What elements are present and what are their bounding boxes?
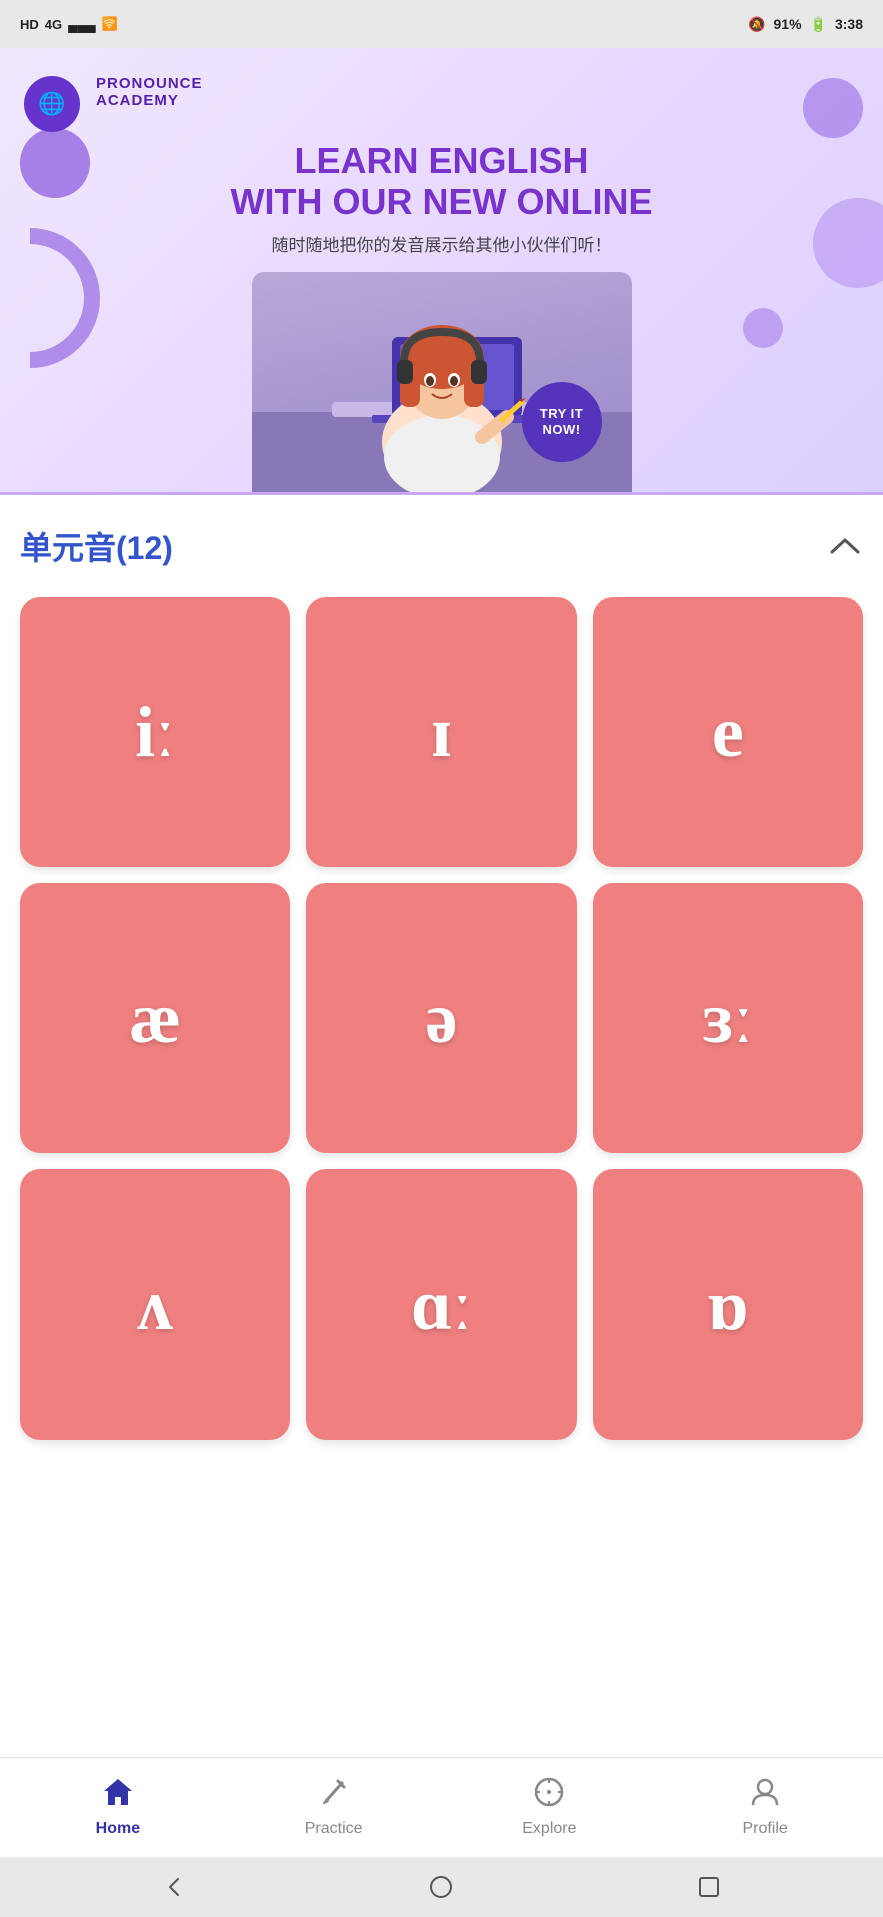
phoneme-symbol-schwa: ə bbox=[426, 982, 458, 1054]
phoneme-card-i-long[interactable]: iː bbox=[20, 597, 290, 867]
compass-icon bbox=[534, 1777, 564, 1814]
phoneme-symbol-i-long: iː bbox=[135, 696, 175, 768]
wifi-icon: 🛜 bbox=[102, 16, 118, 32]
banner-title-line2: WITH OUR NEW ONLINE bbox=[24, 181, 859, 222]
logo-line2: ACADEMY bbox=[96, 93, 203, 110]
phoneme-symbol-e: e bbox=[712, 696, 744, 768]
section-title: 单元音(12) bbox=[20, 523, 173, 569]
phoneme-symbol-open-o: ɒ bbox=[707, 1269, 748, 1341]
network-icon: 4G bbox=[45, 17, 62, 32]
phoneme-card-3colon[interactable]: ɜː bbox=[593, 883, 863, 1153]
nav-label-explore: Explore bbox=[522, 1820, 576, 1838]
phoneme-card-schwa[interactable]: ə bbox=[306, 883, 576, 1153]
phoneme-card-e[interactable]: e bbox=[593, 597, 863, 867]
battery-icon: 🔋 bbox=[810, 16, 827, 33]
nav-item-home[interactable]: Home bbox=[10, 1769, 226, 1846]
banner: 🌐 PRONOUNCE ACADEMY LEARN ENGLISH WITH O… bbox=[0, 48, 883, 495]
phoneme-card-open-o[interactable]: ɒ bbox=[593, 1169, 863, 1439]
phoneme-card-ae[interactable]: æ bbox=[20, 883, 290, 1153]
banner-subtitle: 随时随地把你的发音展示给其他小伙伴们听！ bbox=[24, 231, 859, 256]
phoneme-symbol-wedge: ʌ bbox=[137, 1269, 173, 1341]
nav-label-home: Home bbox=[96, 1820, 140, 1838]
hd-badge: HD bbox=[20, 17, 39, 32]
phoneme-symbol-a-long: ɑː bbox=[411, 1269, 472, 1341]
sys-nav-bar bbox=[0, 1857, 883, 1917]
mute-icon: 🔕 bbox=[748, 16, 765, 33]
phoneme-symbol-ae: æ bbox=[129, 982, 181, 1054]
home-button[interactable] bbox=[423, 1869, 459, 1905]
banner-image-area: TRY IT NOW! bbox=[24, 272, 859, 492]
main-section: 单元音(12) iː ɪ e æ ə ɜː bbox=[0, 495, 883, 1757]
banner-header: 🌐 PRONOUNCE ACADEMY bbox=[24, 76, 859, 132]
logo-line1: PRONOUNCE bbox=[96, 76, 203, 93]
person-icon bbox=[750, 1777, 780, 1814]
phoneme-card-i-short[interactable]: ɪ bbox=[306, 597, 576, 867]
back-button[interactable] bbox=[156, 1869, 192, 1905]
try-it-text: TRY IT bbox=[540, 406, 583, 422]
phoneme-card-a-long[interactable]: ɑː bbox=[306, 1169, 576, 1439]
phoneme-card-wedge[interactable]: ʌ bbox=[20, 1169, 290, 1439]
status-right: 🔕 91% 🔋 3:38 bbox=[748, 16, 863, 33]
battery-percent: 91% bbox=[774, 16, 802, 32]
phoneme-grid: iː ɪ e æ ə ɜː ʌ ɑː ɒ bbox=[20, 597, 863, 1456]
recents-button[interactable] bbox=[691, 1869, 727, 1905]
nav-item-profile[interactable]: Profile bbox=[657, 1769, 873, 1846]
banner-title: LEARN ENGLISH WITH OUR NEW ONLINE bbox=[24, 140, 859, 223]
section-header: 单元音(12) bbox=[20, 523, 863, 569]
logo-text: PRONOUNCE ACADEMY bbox=[96, 76, 203, 109]
clock: 3:38 bbox=[835, 16, 863, 32]
nav-item-practice[interactable]: Practice bbox=[226, 1769, 442, 1846]
nav-label-practice: Practice bbox=[305, 1820, 363, 1838]
globe-icon: 🌐 bbox=[38, 91, 65, 117]
home-icon bbox=[102, 1777, 134, 1814]
signal-icon: ▄▄▄ bbox=[68, 17, 96, 32]
status-bar: HD 4G ▄▄▄ 🛜 🔕 91% 🔋 3:38 bbox=[0, 0, 883, 48]
status-left: HD 4G ▄▄▄ 🛜 bbox=[20, 16, 118, 32]
bottom-nav: Home Practice Explore bbox=[0, 1757, 883, 1857]
banner-title-line1: LEARN ENGLISH bbox=[24, 140, 859, 181]
nav-label-profile: Profile bbox=[742, 1820, 787, 1838]
pencil-icon bbox=[320, 1777, 348, 1814]
try-it-badge[interactable]: TRY IT NOW! bbox=[522, 382, 602, 462]
logo-circle: 🌐 bbox=[24, 76, 80, 132]
phoneme-symbol-i-short: ɪ bbox=[431, 696, 452, 768]
chevron-up-icon[interactable] bbox=[827, 528, 863, 564]
nav-item-explore[interactable]: Explore bbox=[442, 1769, 658, 1846]
try-it-now: NOW! bbox=[542, 422, 580, 438]
banner-person-image: TRY IT NOW! bbox=[252, 272, 632, 492]
phoneme-symbol-3colon: ɜː bbox=[702, 982, 753, 1054]
